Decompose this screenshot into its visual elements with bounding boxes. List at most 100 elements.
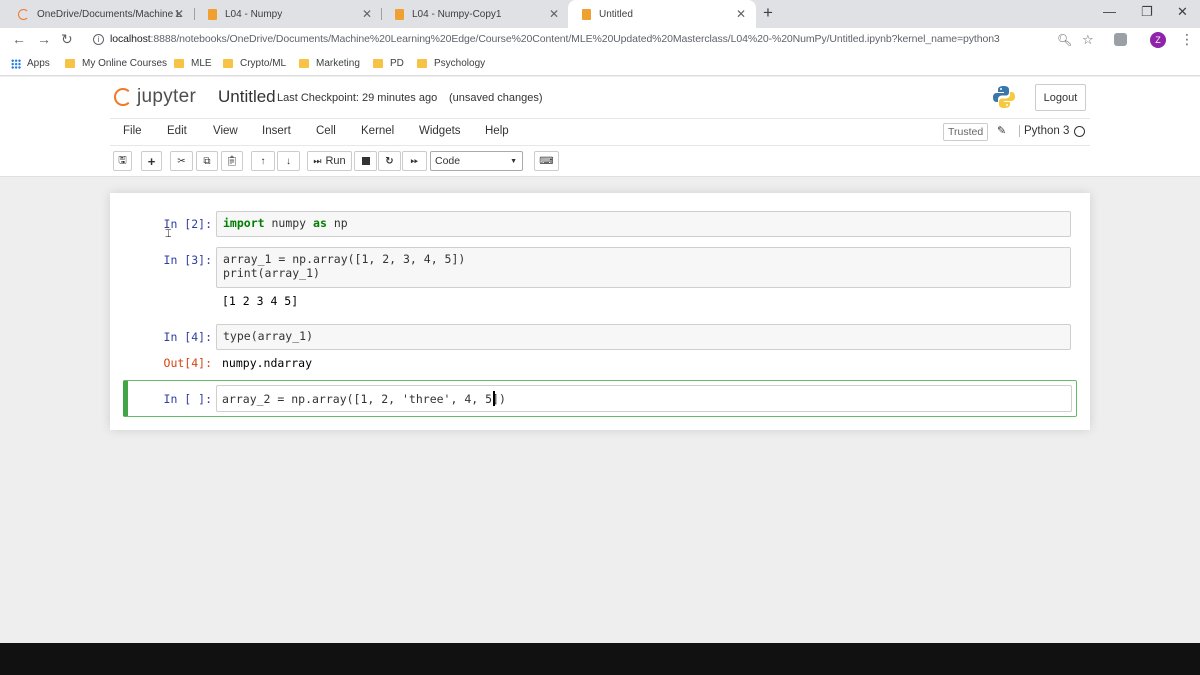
code-cell-input[interactable]: type(array_1) [216, 324, 1071, 350]
checkpoint-status: Last Checkpoint: 29 minutes ago [277, 92, 438, 104]
python-logo-icon [993, 86, 1015, 108]
new-tab-button[interactable]: + [763, 3, 773, 23]
run-button[interactable]: ⏭︎ Run [307, 151, 352, 171]
bookmark-label: Crypto/ML [240, 58, 287, 69]
restart-button[interactable]: ↻ [378, 151, 401, 171]
tab-close-icon[interactable]: ✕ [549, 7, 559, 21]
command-palette-button[interactable]: ⌨ [534, 151, 559, 171]
cell-output: numpy.ndarray [222, 356, 313, 370]
paste-button[interactable]: 📋︎ [221, 151, 243, 171]
code-line: array_1 = np.array([1, 2, 3, 4, 5]) [223, 252, 466, 266]
in-prompt: In [3]: [163, 253, 212, 267]
folder-icon [223, 59, 233, 68]
text-cursor [493, 391, 495, 406]
jupyter-logo-text: jupyter [137, 86, 197, 107]
bookmark-star-icon[interactable]: ☆ [1082, 32, 1094, 48]
insert-cell-button[interactable]: + [141, 151, 162, 171]
in-prompt: In [4]: [163, 330, 212, 344]
bookmark-apps[interactable]: Apps [11, 58, 50, 69]
tab-close-icon[interactable]: ✕ [174, 7, 184, 21]
menu-file[interactable]: File [123, 125, 142, 137]
menu-widgets[interactable]: Widgets [419, 125, 461, 137]
window-close-icon[interactable]: ✕ [1177, 4, 1188, 20]
restart-run-all-button[interactable]: ⏩︎ [402, 151, 427, 171]
apps-grid-icon [11, 58, 21, 69]
logout-button[interactable]: Logout [1035, 84, 1086, 111]
bookmark-mle[interactable]: MLE [174, 58, 212, 69]
url-field[interactable]: localhost:8888/notebooks/OneDrive/Docume… [110, 33, 1000, 45]
menu-help[interactable]: Help [485, 125, 509, 137]
copy-button[interactable]: ⧉ [196, 151, 218, 171]
browser-menu-icon[interactable]: ⋮ [1180, 31, 1194, 48]
bookmark-my-online-courses[interactable]: My Online Courses [65, 58, 167, 69]
browser-tab-onedrive[interactable]: OneDrive/Documents/Machine L ✕ [4, 0, 194, 28]
menu-cell[interactable]: Cell [316, 125, 336, 137]
browser-tab-l04-numpy[interactable]: L04 - Numpy ✕ [194, 0, 382, 28]
notebook-icon [208, 8, 217, 20]
bookmark-label: MLE [191, 58, 212, 69]
code-cell-input[interactable]: import numpy as np [216, 211, 1071, 237]
menu-insert[interactable]: Insert [262, 125, 291, 137]
kernel-idle-icon [1074, 126, 1085, 137]
tab-close-icon[interactable]: ✕ [362, 7, 372, 21]
forward-icon[interactable]: → [37, 31, 51, 47]
notebook-title[interactable]: Untitled [218, 87, 276, 107]
minimize-icon[interactable]: — [1103, 4, 1116, 19]
back-icon[interactable]: ← [12, 31, 26, 47]
paste-icon: 📋︎ [225, 155, 239, 167]
plus-icon: + [147, 153, 156, 169]
edit-mode-pencil-icon: ✎ [997, 125, 1007, 137]
run-label: Run [325, 155, 346, 167]
os-taskbar [0, 643, 1200, 675]
chevron-down-icon: ▼ [510, 157, 517, 165]
jupyter-loading-icon [18, 8, 29, 20]
tab-close-icon[interactable]: ✕ [736, 7, 746, 21]
restart-icon: ↻ [385, 155, 394, 167]
bookmark-marketing[interactable]: Marketing [299, 58, 360, 69]
code-text: np [333, 216, 348, 230]
move-up-button[interactable]: ↑ [251, 151, 275, 171]
tab-title: Untitled [599, 8, 633, 20]
bookmark-label: My Online Courses [82, 58, 168, 69]
arrow-up-icon: ↑ [260, 155, 266, 167]
bookmark-crypto-ml[interactable]: Crypto/ML [223, 58, 286, 69]
arrow-down-icon: ↓ [286, 155, 291, 167]
bookmark-pd[interactable]: PD [373, 58, 404, 69]
reload-icon[interactable]: ↻ [61, 31, 73, 48]
trusted-indicator[interactable]: Trusted [943, 123, 989, 141]
restore-icon[interactable]: ❐ [1141, 4, 1153, 20]
save-button[interactable]: 🖫 [113, 151, 132, 171]
bookmark-psychology[interactable]: Psychology [417, 58, 485, 69]
interrupt-button[interactable] [354, 151, 377, 171]
tab-title: OneDrive/Documents/Machine L [37, 8, 182, 20]
keyword: import [223, 216, 265, 230]
browser-tab-untitled[interactable]: Untitled ✕ [568, 0, 756, 28]
out-prompt: Out[4]: [163, 356, 212, 370]
extension-icon[interactable] [1114, 33, 1127, 46]
jupyter-logo-icon [114, 88, 132, 106]
url-path: :8888/notebooks/OneDrive/Documents/Machi… [150, 33, 1000, 45]
browser-tab-l04-numpy-copy1[interactable]: L04 - Numpy-Copy1 ✕ [381, 0, 569, 28]
stop-icon [361, 157, 370, 165]
code-text[interactable]: array_2 = np.array([1, 2, 'three', 4, 5]… [222, 392, 506, 406]
info-icon[interactable]: i [93, 34, 104, 45]
code-cell-input[interactable]: array_1 = np.array([1, 2, 3, 4, 5]) print… [216, 247, 1071, 288]
menu-edit[interactable]: Edit [167, 125, 187, 137]
cell-type-value: Code [435, 155, 461, 167]
menu-view[interactable]: View [213, 125, 238, 137]
profile-avatar[interactable]: Z [1150, 32, 1166, 48]
menu-kernel[interactable]: Kernel [361, 125, 394, 137]
tab-title: L04 - Numpy-Copy1 [412, 8, 502, 20]
move-down-button[interactable]: ↓ [277, 151, 300, 171]
zoom-icon[interactable]: 🔍︎ [1057, 33, 1072, 47]
bookmark-label: Apps [27, 58, 50, 69]
jupyter-logo[interactable]: jupyter [114, 86, 196, 108]
cell-type-select[interactable]: Code ▼ [430, 151, 523, 171]
in-prompt: In [2]: [163, 217, 212, 231]
kernel-name[interactable]: Python 3 [1019, 125, 1069, 137]
folder-icon [417, 59, 427, 68]
code-line: print(array_1) [223, 266, 320, 280]
code-text: type(array_1) [223, 329, 314, 343]
cut-button[interactable]: ✂ [170, 151, 193, 171]
keyword: as [313, 216, 327, 230]
